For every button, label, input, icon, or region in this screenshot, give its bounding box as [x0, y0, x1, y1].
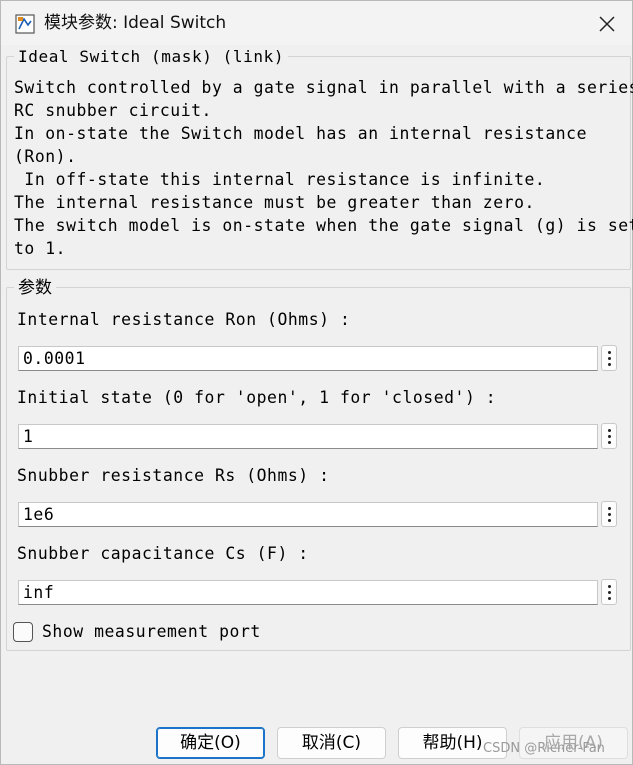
- description-line: The switch model is on-state when the ga…: [14, 216, 633, 235]
- close-icon: [599, 16, 615, 32]
- more-dot-icon: [607, 350, 611, 354]
- more-dot-icon: [607, 518, 611, 522]
- description-line: The internal resistance must be greater …: [14, 193, 535, 212]
- dialog-window: 模块参数: Ideal Switch Ideal Switch (mask) (…: [0, 0, 633, 765]
- more-dot-icon: [607, 440, 611, 444]
- more-dot-icon: [607, 512, 611, 516]
- description-line: (Ron).: [14, 147, 77, 166]
- window-title: 模块参数: Ideal Switch: [44, 13, 227, 33]
- cs-options-button[interactable]: [601, 579, 617, 605]
- ok-button[interactable]: 确定(O): [156, 727, 265, 759]
- more-dot-icon: [607, 584, 611, 588]
- more-dot-icon: [607, 428, 611, 432]
- watermark: CSDN @Richer-Fan: [483, 741, 605, 756]
- simulink-block-icon: [15, 14, 35, 34]
- rs-options-button[interactable]: [601, 501, 617, 527]
- initial-state-label: Initial state (0 for 'open', 1 for 'clos…: [17, 388, 497, 407]
- ron-input[interactable]: 0.0001: [18, 346, 598, 371]
- close-button[interactable]: [587, 9, 627, 39]
- cs-label: Snubber capacitance Cs (F) :: [17, 544, 309, 563]
- more-dot-icon: [607, 356, 611, 360]
- more-dot-icon: [607, 596, 611, 600]
- rs-label: Snubber resistance Rs (Ohms) :: [17, 466, 330, 485]
- rs-input[interactable]: 1e6: [18, 502, 598, 527]
- parameters-group-title: 参数: [14, 278, 56, 298]
- more-dot-icon: [607, 590, 611, 594]
- description-line: RC snubber circuit.: [14, 101, 212, 120]
- initial-state-input[interactable]: 1: [18, 424, 598, 449]
- description-line: Switch controlled by a gate signal in pa…: [14, 78, 633, 97]
- description-line: to 1.: [14, 239, 67, 258]
- more-dot-icon: [607, 506, 611, 510]
- more-dot-icon: [607, 362, 611, 366]
- description-line: In off-state this internal resistance is…: [14, 170, 546, 189]
- description-group-title: Ideal Switch (mask) (link): [14, 47, 289, 67]
- cancel-button[interactable]: 取消(C): [277, 727, 386, 759]
- ron-options-button[interactable]: [601, 345, 617, 371]
- ron-label: Internal resistance Ron (Ohms) :: [17, 310, 351, 329]
- show-measurement-label[interactable]: Show measurement port: [42, 622, 261, 641]
- more-dot-icon: [607, 434, 611, 438]
- initial-state-options-button[interactable]: [601, 423, 617, 449]
- show-measurement-checkbox[interactable]: [13, 622, 33, 642]
- description-line: In on-state the Switch model has an inte…: [14, 124, 587, 143]
- cs-input[interactable]: inf: [18, 580, 598, 605]
- title-bar[interactable]: 模块参数: Ideal Switch: [1, 1, 632, 45]
